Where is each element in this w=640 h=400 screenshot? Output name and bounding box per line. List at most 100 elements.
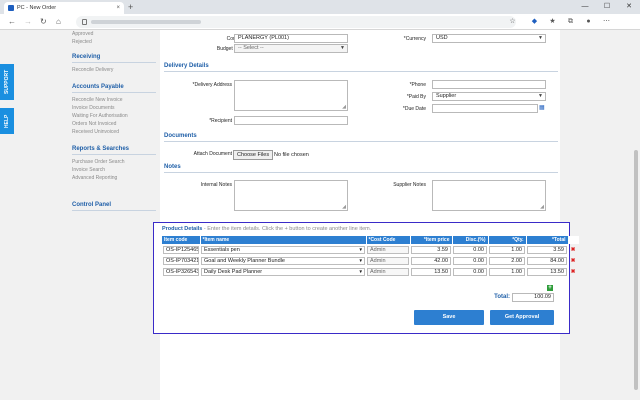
col-qty: *Qty. — [488, 236, 527, 244]
item-code-field[interactable]: OS-IP703421 — [163, 256, 199, 265]
lock-icon — [82, 19, 87, 25]
back-icon[interactable]: ← — [8, 17, 16, 27]
order-total-field: 100.09 — [512, 293, 554, 302]
delete-row-icon[interactable]: ✖ — [568, 266, 578, 277]
left-nav: Approved Rejected Receiving Reconcile De… — [72, 30, 156, 214]
collections-icon[interactable]: ⧉ — [566, 17, 575, 26]
address-bar: ← → ↻ ⌂ ☆ ◆ ★ ⧉ ● ⋯ — [0, 14, 640, 30]
nav-link-approved[interactable]: Approved — [72, 30, 156, 38]
close-window-button[interactable]: ✕ — [618, 0, 640, 14]
nav-link-orders-not-invoiced[interactable]: Orders Not Invoiced — [72, 120, 156, 128]
nav-heading-control-panel[interactable]: Control Panel — [72, 202, 156, 211]
budget-month-value: -- Select -- — [238, 45, 264, 51]
save-button[interactable]: Save — [414, 310, 484, 325]
col-item-name: *Item name — [200, 236, 367, 244]
qty-field[interactable]: 2.00 — [489, 256, 525, 265]
discount-field[interactable]: 0.00 — [453, 267, 487, 276]
cost-code-select[interactable]: Admin — [367, 256, 409, 265]
tab-title: PC - New Order — [17, 5, 57, 11]
item-name-field[interactable]: Daily Desk Pad Planner ▼ — [201, 267, 365, 276]
currency-select[interactable]: USD ▼ — [432, 34, 546, 43]
nav-heading-reports: Reports & Searches — [72, 146, 156, 155]
currency-label: *Currency — [403, 36, 426, 42]
forward-icon[interactable]: → — [24, 17, 32, 27]
recipient-field[interactable] — [234, 116, 348, 125]
nav-link-po-search[interactable]: Purchase Order Search — [72, 158, 156, 166]
item-price-field[interactable]: 13.50 — [411, 267, 451, 276]
delivery-address-field[interactable]: ◢ — [234, 80, 348, 111]
nav-link-waiting-authorisation[interactable]: Waiting For Authorisation — [72, 112, 156, 120]
refresh-icon[interactable]: ↻ — [40, 17, 47, 27]
item-name-value: Goal and Weekly Planner Bundle — [204, 257, 285, 264]
supplier-notes-label: Supplier Notes — [393, 182, 426, 188]
item-name-value: Daily Desk Pad Planner — [204, 268, 263, 275]
calendar-icon[interactable]: ▦ — [539, 104, 545, 111]
table-header-row: Item code *Item name *Cost Code *Item pr… — [162, 236, 579, 244]
nav-link-rejected[interactable]: Rejected — [72, 38, 156, 46]
paid-by-select[interactable]: Supplier ▼ — [432, 92, 546, 101]
total-label: Total: — [494, 294, 510, 300]
add-line-item-button[interactable]: + — [547, 285, 553, 291]
discount-field[interactable]: 0.00 — [453, 256, 487, 265]
cost-code-select[interactable]: Admin — [367, 245, 409, 254]
favorites-icon[interactable]: ★ — [548, 17, 557, 26]
internal-notes-field[interactable]: ◢ — [234, 180, 348, 211]
item-name-value: Essentials pen — [204, 246, 240, 253]
help-tab[interactable]: HELP — [0, 108, 14, 134]
minimize-button[interactable]: — — [574, 0, 596, 14]
resize-grip-icon: ◢ — [342, 104, 346, 110]
budget-month-select[interactable]: -- Select -- ▼ — [234, 44, 348, 53]
item-code-field[interactable]: OS-IP125465 — [163, 245, 199, 254]
nav-link-reconcile-delivery[interactable]: Reconcile Delivery — [72, 66, 156, 74]
paid-by-value: Supplier — [436, 93, 457, 99]
line-total-field: 84.00 — [527, 256, 567, 265]
qty-field[interactable]: 1.00 — [489, 267, 525, 276]
resize-grip-icon: ◢ — [342, 204, 346, 210]
profile-icon[interactable]: ● — [584, 17, 593, 26]
cost-code-value: Admin — [370, 268, 386, 275]
nav-link-received-uninvoiced[interactable]: Received Uninvoiced — [72, 128, 156, 136]
scrollbar-thumb[interactable] — [634, 150, 638, 390]
discount-field[interactable]: 0.00 — [453, 245, 487, 254]
delete-row-icon[interactable]: ✖ — [568, 244, 578, 255]
browser-tab[interactable]: PC - New Order × — [4, 2, 124, 14]
get-approval-button[interactable]: Get Approval — [490, 310, 554, 325]
item-price-field[interactable]: 42.00 — [411, 256, 451, 265]
nav-link-reconcile-new-invoice[interactable]: Reconcile New Invoice — [72, 96, 156, 104]
col-item-code: Item code — [162, 236, 201, 244]
maximize-button[interactable]: ☐ — [596, 0, 618, 14]
nav-link-invoice-documents[interactable]: Invoice Documents — [72, 104, 156, 112]
phone-field[interactable] — [432, 80, 546, 89]
settings-menu-icon[interactable]: ⋯ — [602, 17, 611, 26]
col-item-price: *Item price — [410, 236, 453, 244]
currency-value: USD — [436, 35, 448, 41]
item-code-field[interactable]: OS-IP326543 — [163, 267, 199, 276]
order-form: Company PLANERGY (PL001) Budget Month --… — [160, 30, 560, 400]
url-field[interactable] — [76, 16, 516, 28]
extension-shield-icon[interactable]: ◆ — [530, 17, 539, 26]
support-tab[interactable]: SUPPORT — [0, 64, 14, 100]
supplier-notes-field[interactable]: ◢ — [432, 180, 546, 211]
nav-heading-accounts-payable: Accounts Payable — [72, 84, 156, 93]
item-name-field[interactable]: Goal and Weekly Planner Bundle ▼ — [201, 256, 365, 265]
browser-titlebar: PC - New Order × + — ☐ ✕ — [0, 0, 640, 14]
chevron-down-icon: ▼ — [538, 93, 543, 99]
new-tab-button[interactable]: + — [128, 2, 133, 12]
paid-by-label: *Paid By — [406, 94, 426, 100]
star-icon[interactable]: ☆ — [508, 17, 517, 26]
company-field[interactable]: PLANERGY (PL001) — [234, 34, 348, 43]
tab-close-icon[interactable]: × — [116, 5, 120, 11]
product-details-hint: - Enter the item details. Click the + bu… — [202, 226, 372, 232]
nav-link-invoice-search[interactable]: Invoice Search — [72, 166, 156, 174]
nav-link-advanced-reporting[interactable]: Advanced Reporting — [72, 174, 156, 182]
item-name-field[interactable]: Essentials pen ▼ — [201, 245, 365, 254]
choose-files-button[interactable]: Choose Files — [233, 150, 274, 160]
qty-field[interactable]: 1.00 — [489, 245, 525, 254]
item-price-field[interactable]: 3.59 — [411, 245, 451, 254]
notes-section-title: Notes — [164, 164, 558, 173]
cost-code-select[interactable]: Admin — [367, 267, 409, 276]
home-icon[interactable]: ⌂ — [56, 17, 61, 27]
due-date-field[interactable] — [432, 104, 538, 113]
table-row: OS-IP125465 Essentials pen ▼ Admin 3.59 0… — [162, 244, 578, 255]
delete-row-icon[interactable]: ✖ — [568, 255, 578, 266]
